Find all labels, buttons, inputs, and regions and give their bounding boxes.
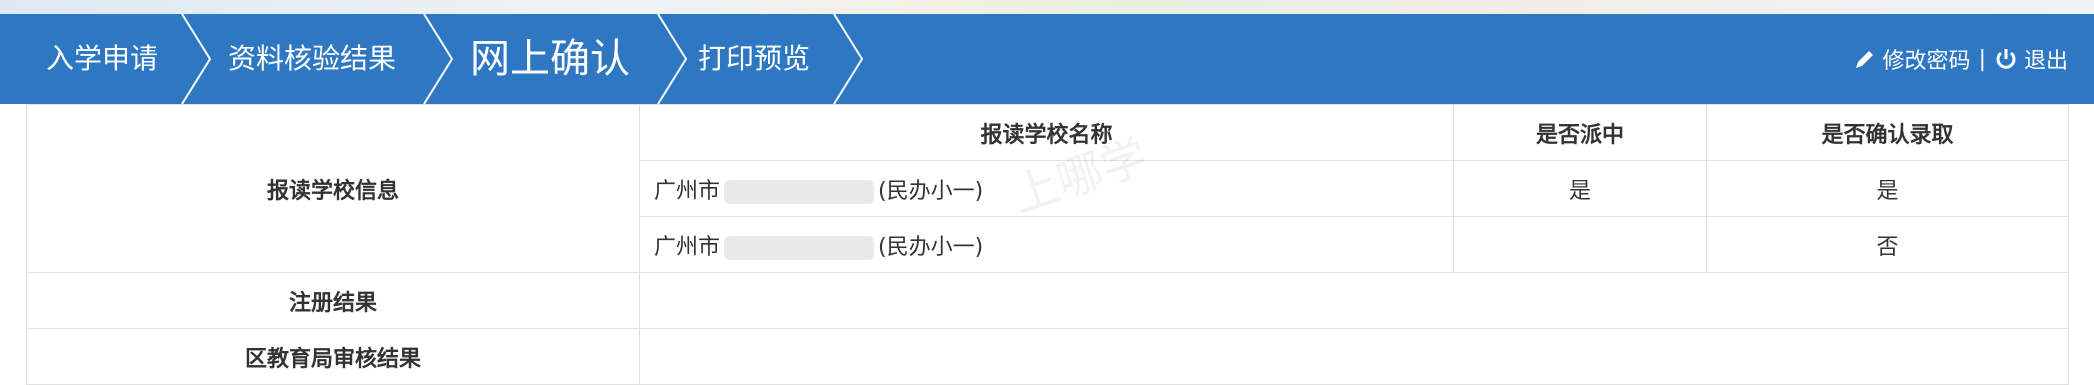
district-review-label: 区教育局审核结果 xyxy=(26,328,640,385)
step-online-confirmation[interactable]: 网上确认 xyxy=(470,14,630,104)
chevron-right-icon xyxy=(830,14,870,104)
column-header-dispatched: 是否派中 xyxy=(1453,104,1707,161)
chevron-right-icon xyxy=(178,14,218,104)
step-print-preview[interactable]: 打印预览 xyxy=(698,14,810,104)
separator: | xyxy=(1978,46,1986,72)
school-name-suffix: (民办小一) xyxy=(878,234,984,260)
step-document-verification-result[interactable]: 资料核验结果 xyxy=(228,14,396,104)
redacted-school-name xyxy=(724,235,875,260)
school-name-suffix: (民办小一) xyxy=(878,178,984,204)
power-icon xyxy=(1994,47,2018,71)
column-header-school-name: 报读学校名称 xyxy=(639,104,1454,161)
school-name-prefix: 广州市 xyxy=(654,178,721,204)
redacted-school-name xyxy=(724,179,875,204)
chevron-right-icon xyxy=(420,14,460,104)
school-info-label: 报读学校信息 xyxy=(26,104,640,273)
confirmed-cell: 否 xyxy=(1706,216,2069,273)
district-review-value xyxy=(639,328,2069,385)
registration-result-row: 注册结果 xyxy=(26,272,2069,329)
dispatched-cell: 是 xyxy=(1453,160,1707,217)
confirmed-cell: 是 xyxy=(1706,160,2069,217)
district-review-row: 区教育局审核结果 xyxy=(26,328,2069,385)
registration-result-label: 注册结果 xyxy=(26,272,640,329)
school-name-cell: 广州市 (民办小一) xyxy=(639,160,1454,217)
pencil-icon xyxy=(1853,47,1877,71)
registration-result-value xyxy=(639,272,2069,329)
logout-link[interactable]: 退出 xyxy=(2024,43,2068,75)
step-navigation-bar: 入学申请 资料核验结果 网上确认 打印预览 修改密码 | 退出 xyxy=(0,14,2094,104)
school-name-prefix: 广州市 xyxy=(654,234,721,260)
school-name-cell: 广州市 (民办小一) xyxy=(639,216,1454,273)
change-password-link[interactable]: 修改密码 xyxy=(1883,43,1971,75)
confirmation-table: 报读学校信息 报读学校名称 是否派中 是否确认录取 广州市 (民办小一) 是 是 … xyxy=(26,104,2069,385)
header-banner-image xyxy=(0,0,2094,14)
column-header-confirmed: 是否确认录取 xyxy=(1706,104,2069,161)
chevron-right-icon xyxy=(654,14,694,104)
user-actions: 修改密码 | 退出 xyxy=(1853,14,2068,104)
step-admission-application[interactable]: 入学申请 xyxy=(46,14,158,104)
dispatched-cell xyxy=(1453,216,1707,273)
table-header-row: 报读学校信息 报读学校名称 是否派中 是否确认录取 xyxy=(26,104,2069,273)
